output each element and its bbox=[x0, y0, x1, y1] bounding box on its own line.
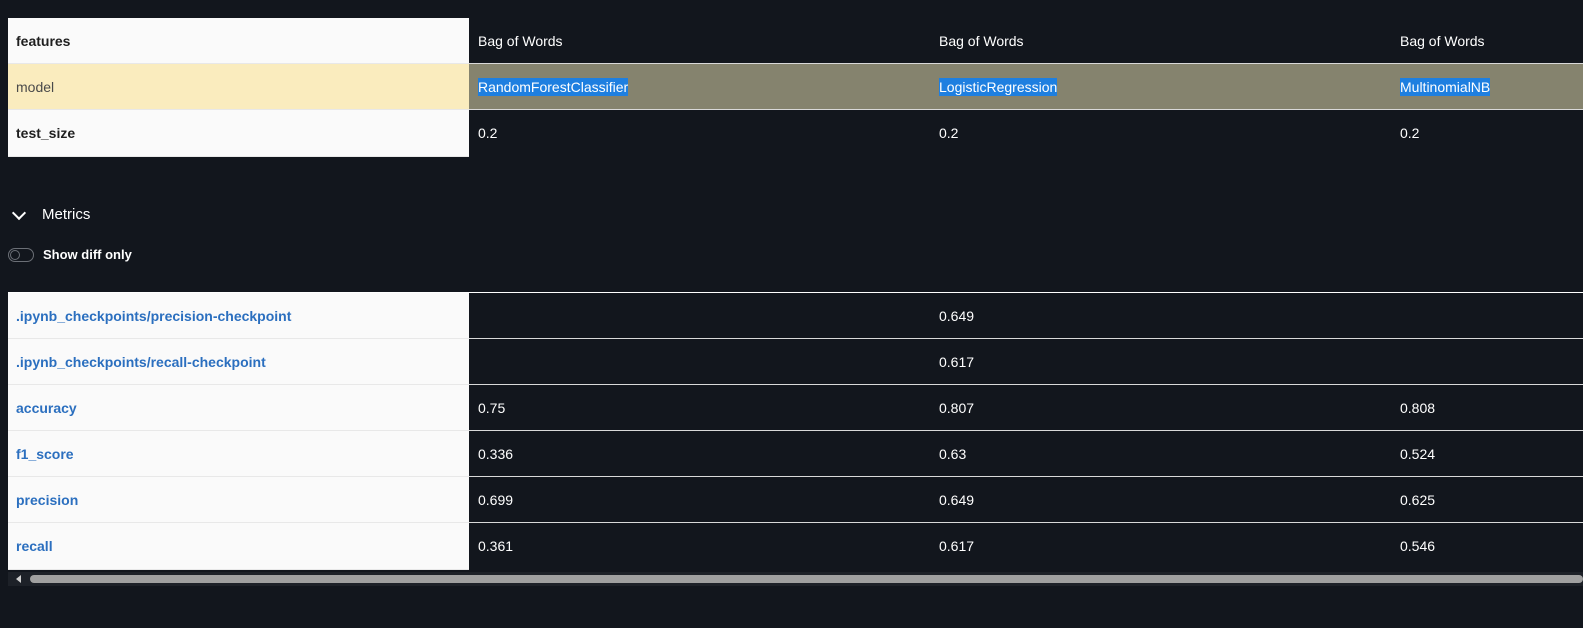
metric-value: 0.617 bbox=[939, 353, 975, 370]
params-table: features Bag of Words Bag of Words Bag o… bbox=[8, 18, 1583, 157]
metrics-section-title: Metrics bbox=[42, 206, 91, 223]
selected-text[interactable]: MultinomialNB bbox=[1400, 77, 1491, 96]
metric-row: accuracy 0.75 0.807 0.808 bbox=[8, 385, 1583, 431]
param-label: test_size bbox=[8, 110, 469, 157]
metric-value: 0.75 bbox=[478, 399, 506, 416]
metric-value: 0.807 bbox=[939, 399, 975, 416]
param-row-model: model RandomForestClassifier LogisticReg… bbox=[8, 64, 1583, 110]
param-label: model bbox=[8, 64, 469, 110]
horizontal-scrollbar[interactable] bbox=[8, 572, 1583, 586]
metric-value: 0.63 bbox=[939, 445, 967, 462]
metric-row: f1_score 0.336 0.63 0.524 bbox=[8, 431, 1583, 477]
metric-value: 0.649 bbox=[939, 491, 975, 508]
param-row-features: features Bag of Words Bag of Words Bag o… bbox=[8, 18, 1583, 64]
param-label: features bbox=[8, 18, 469, 64]
metrics-section-toggle[interactable]: Metrics bbox=[10, 205, 91, 223]
param-value: 0.2 bbox=[1400, 125, 1420, 141]
scroll-thumb[interactable] bbox=[30, 575, 1583, 583]
param-value: Bag of Words bbox=[939, 32, 1024, 49]
param-value: 0.2 bbox=[939, 125, 959, 141]
metric-label-link[interactable]: .ipynb_checkpoints/precision-checkpoint bbox=[8, 293, 469, 339]
scroll-left-arrow-icon[interactable] bbox=[16, 575, 21, 583]
toggle-label: Show diff only bbox=[43, 247, 132, 262]
metric-value bbox=[469, 339, 930, 384]
param-value: Bag of Words bbox=[1400, 32, 1485, 49]
metric-row: precision 0.699 0.649 0.625 bbox=[8, 477, 1583, 523]
metric-value: 0.361 bbox=[478, 538, 514, 554]
param-value: LogisticRegression bbox=[930, 64, 1391, 109]
toggle-knob bbox=[10, 249, 20, 260]
selected-text[interactable]: RandomForestClassifier bbox=[478, 77, 629, 96]
metric-value: 0.546 bbox=[1400, 538, 1436, 554]
metric-label-link[interactable]: f1_score bbox=[8, 431, 469, 477]
selected-text[interactable]: LogisticRegression bbox=[939, 77, 1058, 96]
metric-value bbox=[469, 293, 930, 338]
metric-label-link[interactable]: recall bbox=[8, 523, 469, 570]
show-diff-only-toggle[interactable]: Show diff only bbox=[8, 247, 132, 262]
metric-row: recall 0.361 0.617 0.546 bbox=[8, 523, 1583, 570]
metric-label-link[interactable]: .ipynb_checkpoints/recall-checkpoint bbox=[8, 339, 469, 385]
metric-value: 0.625 bbox=[1400, 491, 1436, 508]
metric-value bbox=[1391, 293, 1583, 338]
metric-label-link[interactable]: accuracy bbox=[8, 385, 469, 431]
param-row-test-size: test_size 0.2 0.2 0.2 bbox=[8, 110, 1583, 157]
metric-value: 0.808 bbox=[1400, 399, 1436, 416]
param-value: 0.2 bbox=[478, 125, 498, 141]
toggle-switch[interactable] bbox=[8, 247, 34, 262]
chevron-down-icon bbox=[11, 205, 27, 220]
metric-value: 0.336 bbox=[478, 445, 514, 462]
metrics-table: .ipynb_checkpoints/precision-checkpoint … bbox=[8, 292, 1583, 570]
metric-value bbox=[1391, 339, 1583, 384]
metric-value: 0.524 bbox=[1400, 445, 1436, 462]
metric-value: 0.649 bbox=[939, 307, 975, 324]
param-value: MultinomialNB bbox=[1391, 64, 1583, 109]
param-value: Bag of Words bbox=[478, 32, 563, 49]
metric-value: 0.617 bbox=[939, 538, 975, 554]
metric-label-link[interactable]: precision bbox=[8, 477, 469, 523]
metric-row: .ipynb_checkpoints/recall-checkpoint 0.6… bbox=[8, 339, 1583, 385]
metric-row: .ipynb_checkpoints/precision-checkpoint … bbox=[8, 293, 1583, 339]
metric-value: 0.699 bbox=[478, 491, 514, 508]
param-value: RandomForestClassifier bbox=[469, 64, 930, 109]
